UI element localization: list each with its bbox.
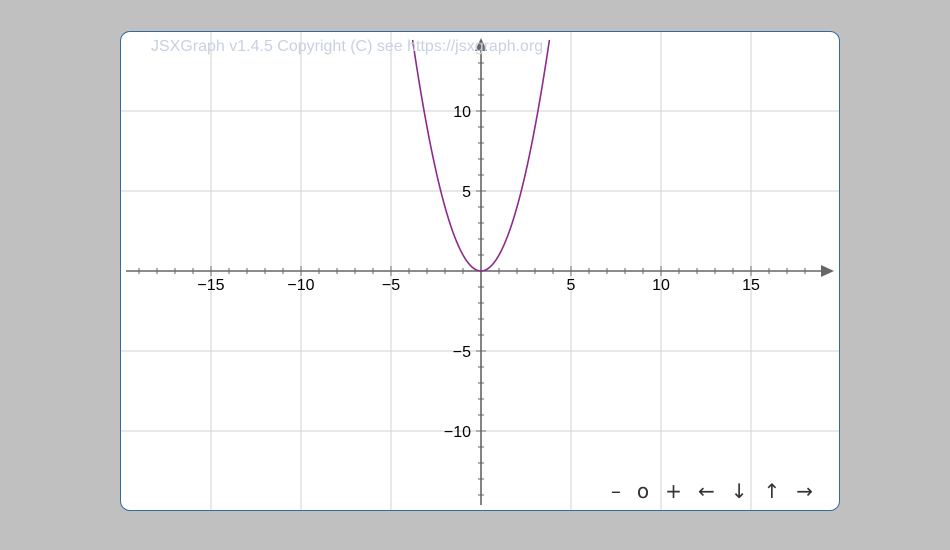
x-tick-label: 15 — [742, 277, 760, 294]
pan-right-button[interactable]: → — [788, 478, 821, 504]
x-axis-arrow — [821, 265, 834, 277]
pan-up-button[interactable]: ↑ — [755, 478, 788, 504]
pan-left-button[interactable]: ← — [690, 478, 723, 504]
y-axis-arrow — [475, 38, 487, 51]
pan-down-button[interactable]: ↓ — [723, 478, 756, 504]
y-tick-label: 5 — [462, 184, 471, 201]
tick-labels: −15 −10 −5 5 10 15 −10 −5 5 10 — [197, 104, 760, 441]
zoom-out-button[interactable]: – — [603, 478, 629, 504]
plot-area[interactable]: −15 −10 −5 5 10 15 −10 −5 5 10 — [121, 32, 839, 510]
axis-ticks — [138, 62, 806, 496]
x-tick-label: −10 — [287, 277, 314, 294]
x-tick-label: 5 — [567, 277, 576, 294]
y-tick-label: −5 — [453, 344, 471, 361]
y-tick-label: −10 — [444, 424, 471, 441]
x-tick-label: −15 — [197, 277, 224, 294]
jsxgraph-board[interactable]: −15 −10 −5 5 10 15 −10 −5 5 10 JSXGraph v1.4.5 Co… — [120, 31, 840, 511]
y-tick-label: 10 — [453, 104, 471, 121]
x-tick-label: −5 — [382, 277, 400, 294]
zoom-reset-button[interactable]: o — [629, 478, 657, 504]
zoom-in-button[interactable]: + — [657, 478, 690, 504]
x-tick-label: 10 — [652, 277, 670, 294]
navigation-bar: – o + ← ↓ ↑ → — [603, 478, 821, 504]
